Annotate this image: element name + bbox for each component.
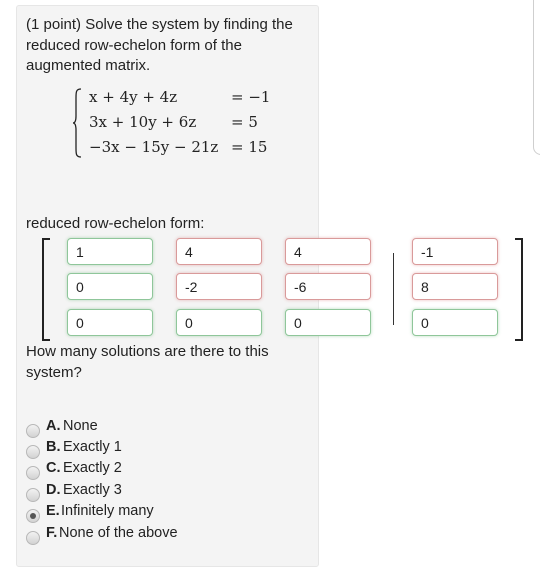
radio-button[interactable] bbox=[26, 466, 40, 480]
option-letter: C. bbox=[46, 460, 61, 476]
radio-button[interactable] bbox=[26, 531, 40, 545]
equation-lhs: −3x − 15y − 21z bbox=[89, 138, 219, 156]
option-e[interactable]: E. Infinitely many bbox=[26, 503, 286, 524]
augment-divider bbox=[393, 253, 394, 325]
radio-button[interactable] bbox=[26, 445, 40, 459]
matrix-cell-r1-c4[interactable]: -1 bbox=[412, 238, 498, 265]
matrix-cell-r1-c3[interactable]: 4 bbox=[285, 238, 371, 265]
option-label: Exactly 2 bbox=[63, 460, 122, 476]
option-label: Exactly 1 bbox=[63, 439, 122, 455]
option-label: None bbox=[63, 418, 98, 434]
option-letter: A. bbox=[46, 418, 61, 434]
option-letter: F. bbox=[46, 525, 58, 541]
equation-lhs: 3x + 10y + 6z bbox=[89, 113, 197, 131]
right-bracket bbox=[515, 238, 523, 341]
question-text: How many solutions are there to this sys… bbox=[26, 343, 269, 381]
matrix-cell-r1-c1[interactable]: 1 bbox=[67, 238, 153, 265]
option-label: Exactly 3 bbox=[63, 482, 122, 498]
equation-rhs: = 5 bbox=[231, 113, 258, 131]
equation-rhs: = −1 bbox=[231, 88, 271, 106]
left-bracket bbox=[42, 238, 50, 341]
option-c[interactable]: C. Exactly 2 bbox=[26, 460, 286, 481]
radio-button[interactable] bbox=[26, 424, 40, 438]
rref-label: reduced row-echelon form: bbox=[26, 215, 205, 232]
option-label: Infinitely many bbox=[61, 503, 154, 519]
left-brace-icon bbox=[72, 88, 82, 158]
radio-button[interactable] bbox=[26, 488, 40, 502]
matrix-cell-r1-c2[interactable]: 4 bbox=[176, 238, 262, 265]
option-b[interactable]: B. Exactly 1 bbox=[26, 439, 286, 460]
option-d[interactable]: D. Exactly 3 bbox=[26, 482, 286, 503]
option-label: None of the above bbox=[59, 525, 178, 541]
option-letter: E. bbox=[46, 503, 60, 519]
option-a[interactable]: A. None bbox=[26, 418, 286, 439]
matrix-cell-r2-c1[interactable]: 0 bbox=[67, 273, 153, 300]
matrix-cell-r3-c2[interactable]: 0 bbox=[176, 309, 262, 336]
matrix-cell-r3-c4[interactable]: 0 bbox=[412, 309, 498, 336]
side-card bbox=[533, 0, 540, 155]
option-f[interactable]: F. None of the above bbox=[26, 525, 286, 546]
matrix-cell-r2-c4[interactable]: 8 bbox=[412, 273, 498, 300]
problem-intro: (1 point) Solve the system by finding th… bbox=[26, 16, 293, 74]
radio-button[interactable] bbox=[26, 509, 40, 523]
matrix-cell-r2-c2[interactable]: -2 bbox=[176, 273, 262, 300]
matrix-cell-r3-c3[interactable]: 0 bbox=[285, 309, 371, 336]
matrix-cell-r2-c3[interactable]: -6 bbox=[285, 273, 371, 300]
option-letter: B. bbox=[46, 439, 61, 455]
equation-lhs: x + 4y + 4z bbox=[89, 88, 178, 106]
matrix-cell-r3-c1[interactable]: 0 bbox=[67, 309, 153, 336]
option-letter: D. bbox=[46, 482, 61, 498]
equation-rhs: = 15 bbox=[231, 138, 268, 156]
equation-system: x + 4y + 4z = −1 3x + 10y + 6z = 5 −3x −… bbox=[72, 88, 292, 160]
